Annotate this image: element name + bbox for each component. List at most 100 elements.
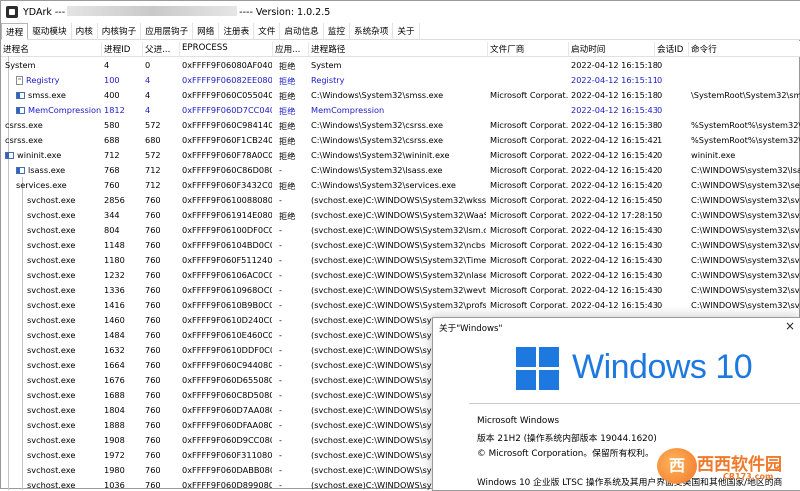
cell-vendor: Microsoft Corporat... — [490, 255, 568, 265]
table-row[interactable]: smss.exe 400 4 0xFFFF9F060C055040 拒绝 C:\Windo… — [1, 88, 800, 103]
cell-pid: 804 — [104, 225, 120, 235]
column-header-ep[interactable]: EPROCESS — [182, 43, 228, 53]
tab-1[interactable]: 驱动模块 — [28, 23, 72, 40]
cell-sess: 0 — [657, 60, 663, 70]
process-name-cell: svchost.exe — [3, 300, 101, 310]
table-row[interactable]: svchost.exe 1180 760 0xFFFF9F060F511240- (sv… — [1, 253, 800, 268]
cell-vendor: Microsoft Corporat... — [490, 270, 568, 280]
column-header-time[interactable]: 启动时间 — [571, 43, 605, 55]
table-row[interactable]: svchost.exe 1232 760 0xFFFF9F06106AC0C0- (sv… — [1, 268, 800, 283]
table-row[interactable]: svchost.exe 804 760 0xFFFF9F06100DF0C0- (svc… — [1, 223, 800, 238]
column-divider[interactable] — [142, 42, 143, 56]
column-header-ppid[interactable]: 父进... — [145, 43, 170, 55]
cell-path: (svchost.exe)C:\WINDOWS\System32\lsm.dll — [311, 225, 486, 235]
table-row[interactable]: lsass.exe 768 712 0xFFFF9F060C86D080- C:\Win… — [1, 163, 800, 178]
table-row[interactable]: svchost.exe 344 760 0xFFFF9F061914E080 拒绝 (sv… — [1, 208, 800, 223]
cell-pid: 1180 — [104, 255, 125, 265]
column-header-vendor[interactable]: 文件厂商 — [490, 43, 524, 55]
tab-5[interactable]: 网络 — [193, 23, 220, 40]
process-name-cell: svchost.exe — [3, 240, 101, 250]
cell-time: 2022-04-12 16:15:38 — [571, 120, 657, 130]
cell-cmd: C:\WINDOWS\system32\svc — [691, 225, 800, 235]
process-name-cell: svchost.exe — [3, 270, 101, 280]
process-name-text: svchost.exe — [27, 255, 76, 265]
cell-ppid: 760 — [145, 225, 161, 235]
column-header-cmd[interactable]: 命令行 — [691, 43, 717, 55]
cell-sess: 1 — [657, 135, 663, 145]
window-app-icon — [16, 92, 25, 99]
tab-4[interactable]: 应用层钩子 — [141, 23, 194, 40]
process-name-cell: svchost.exe — [3, 360, 101, 370]
tab-11[interactable]: 关于 — [393, 23, 420, 40]
cell-acc: 拒绝 — [279, 61, 296, 71]
cell-cmd: C:\WINDOWS\system32\svc — [691, 255, 800, 265]
cell-pid: 768 — [104, 165, 120, 175]
process-name-text: svchost.exe — [27, 315, 76, 325]
process-name-text: svchost.exe — [27, 195, 76, 205]
table-row[interactable]: wininit.exe 712 572 0xFFFF9F060F78A0C0 拒绝 C:\… — [1, 148, 800, 163]
process-name-cell: svchost.exe — [3, 345, 101, 355]
table-row[interactable]: svchost.exe 1416 760 0xFFFF9F0610B9B0C0- (sv… — [1, 298, 800, 313]
cell-path: C:\Windows\System32\csrss.exe — [311, 135, 444, 145]
column-divider[interactable] — [179, 42, 180, 56]
cell-ep: 0xFFFF9F060C8D5080 — [182, 390, 272, 400]
column-divider[interactable] — [688, 42, 689, 56]
cell-acc: - — [279, 255, 282, 265]
tab-0[interactable]: 进程 — [1, 23, 29, 40]
column-divider[interactable] — [568, 42, 569, 56]
cell-acc: - — [279, 450, 282, 460]
column-divider[interactable] — [308, 42, 309, 56]
cell-time: 2022-04-12 16:15:43 — [571, 225, 657, 235]
column-header-acc[interactable]: 应用... — [275, 43, 300, 55]
column-divider[interactable] — [487, 42, 488, 56]
process-name-cell: svchost.exe — [3, 195, 101, 205]
table-row[interactable]: MemCompression 1812 4 0xFFFF9F060D7CC040 拒绝 M… — [1, 103, 800, 118]
process-name-text: csrss.exe — [5, 135, 43, 145]
cell-cmd: C:\WINDOWS\system32\svc — [691, 210, 800, 220]
cell-time: 2022-04-12 16:15:18 — [571, 60, 657, 70]
cell-acc: 拒绝 — [279, 136, 296, 146]
cell-pid: 1484 — [104, 330, 125, 340]
close-icon[interactable]: × — [785, 320, 795, 332]
table-row[interactable]: services.exe 760 712 0xFFFF9F060F3432C0 拒绝 C:… — [1, 178, 800, 193]
tab-8[interactable]: 启动信息 — [280, 23, 324, 40]
cell-acc: - — [279, 315, 282, 325]
process-name-cell: svchost.exe — [3, 420, 101, 430]
process-name-cell: svchost.exe — [3, 450, 101, 460]
column-header-name[interactable]: 进程名 — [3, 43, 29, 55]
column-header-path[interactable]: 进程路径 — [311, 43, 345, 55]
cell-path: MemCompression — [311, 105, 385, 115]
cell-cmd: C:\WINDOWS\system32\svc — [691, 240, 800, 250]
cell-acc: - — [279, 300, 282, 310]
column-header-pid[interactable]: 进程ID — [104, 43, 130, 55]
tab-2[interactable]: 内核 — [72, 23, 98, 40]
cell-path: C:\Windows\System32\services.exe — [311, 180, 456, 190]
table-row[interactable]: svchost.exe 2856 760 0xFFFF9F0610088080- (sv… — [1, 193, 800, 208]
table-row[interactable]: Registry 100 4 0xFFFF9F06082EE080 拒绝 Registry… — [1, 73, 800, 88]
column-divider[interactable] — [101, 42, 102, 56]
tab-6[interactable]: 注册表 — [219, 23, 255, 40]
tab-10[interactable]: 系统杂项 — [350, 23, 394, 40]
copyright-text: © Microsoft Corporation。保留所有权利。 — [477, 449, 654, 459]
table-row[interactable]: System 4 0 0xFFFF9F06080AF040 拒绝 System 2022-0… — [1, 58, 800, 73]
title-bar[interactable]: YDArk --- ---- Version: 1.0.2.5 — [1, 1, 800, 23]
process-name-text: svchost.exe — [27, 390, 76, 400]
tab-7[interactable]: 文件 — [254, 23, 281, 40]
table-row[interactable]: svchost.exe 1148 760 0xFFFF9F06104BD0C0- (sv… — [1, 238, 800, 253]
cell-cmd: wininit.exe — [691, 150, 736, 160]
cell-path: (svchost.exe)C:\WINDOWS\System32\wkssvc.… — [311, 195, 486, 205]
column-divider[interactable] — [654, 42, 655, 56]
cell-pid: 760 — [104, 180, 120, 190]
table-row[interactable]: csrss.exe 580 572 0xFFFF9F060C984140 拒绝 C:\Wi… — [1, 118, 800, 133]
cell-vendor: Microsoft Corporat... — [490, 180, 568, 190]
cell-time: 2022-04-12 16:15:43 — [571, 105, 657, 115]
column-divider[interactable] — [272, 42, 273, 56]
process-name-text: svchost.exe — [27, 300, 76, 310]
tab-3[interactable]: 内核钩子 — [98, 23, 142, 40]
app-window: YDArk --- ---- Version: 1.0.2.5 进程 驱动模块 内核内… — [0, 0, 800, 491]
tab-9[interactable]: 监控 — [324, 23, 350, 40]
cell-time: 2022-04-12 16:15:18 — [571, 90, 657, 100]
table-row[interactable]: csrss.exe 688 680 0xFFFF9F060F1CB240 拒绝 C:\Wi… — [1, 133, 800, 148]
column-header-sess[interactable]: 会话ID — [657, 43, 683, 55]
table-row[interactable]: svchost.exe 1336 760 0xFFFF9F0610968OC0- (sv… — [1, 283, 800, 298]
